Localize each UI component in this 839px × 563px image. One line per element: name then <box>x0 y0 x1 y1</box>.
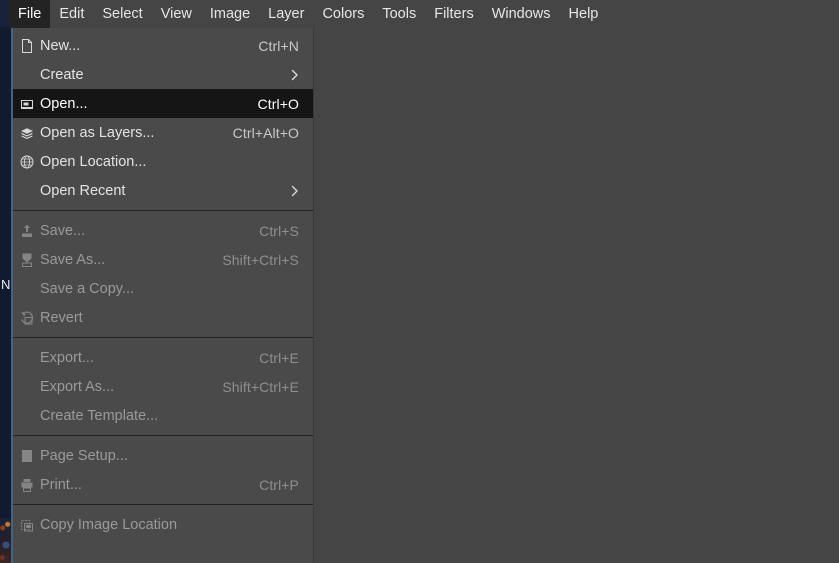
menu-item-label: Open... <box>40 95 88 112</box>
menu-separator <box>13 337 313 338</box>
background-app-text: N <box>1 277 10 292</box>
menubar-item-file[interactable]: File <box>9 0 51 28</box>
menu-item-open-as-layers[interactable]: Open as Layers... Ctrl+Alt+O <box>13 118 313 147</box>
menubar-item-tools[interactable]: Tools <box>373 0 425 28</box>
menu-item-label: Copy Image Location <box>40 516 178 533</box>
menubar-item-view[interactable]: View <box>152 0 201 28</box>
menu-item-label: Revert <box>40 309 83 326</box>
menu-item-icon-placeholder <box>13 343 40 372</box>
background-app-thumbnail <box>0 518 11 563</box>
menu-item-accelerator: Ctrl+E <box>259 349 299 366</box>
menu-item-label: Create Template... <box>40 407 159 424</box>
menu-item-icon-placeholder <box>13 60 40 89</box>
revert-icon <box>13 303 40 332</box>
menu-item-accelerator: Shift+Ctrl+S <box>222 251 299 268</box>
chevron-right-icon <box>290 68 313 82</box>
menu-item-new[interactable]: New... Ctrl+N <box>13 31 313 60</box>
menubar-item-help[interactable]: Help <box>560 0 608 28</box>
menu-item-accelerator: Ctrl+N <box>258 37 299 54</box>
menu-item-create[interactable]: Create <box>13 60 313 89</box>
menubar-item-colors[interactable]: Colors <box>313 0 373 28</box>
menu-item-accelerator: Shift+Ctrl+E <box>222 378 299 395</box>
layers-icon <box>13 118 40 147</box>
globe-icon <box>13 147 40 176</box>
menubar-item-layer[interactable]: Layer <box>259 0 313 28</box>
menu-item-label: Save As... <box>40 251 106 268</box>
menu-item-print: Print... Ctrl+P <box>13 470 313 499</box>
menu-item-label: Export... <box>40 349 94 366</box>
menu-item-label: Open Recent <box>40 182 126 199</box>
menu-item-export: Export... Ctrl+E <box>13 343 313 372</box>
menu-item-label: Open Location... <box>40 153 147 170</box>
open-folder-icon <box>13 89 40 118</box>
menu-item-label: Create <box>40 66 84 83</box>
menu-item-label: Print... <box>40 476 82 493</box>
print-icon <box>13 470 40 499</box>
menu-item-save-a-copy: Save a Copy... <box>13 274 313 303</box>
menu-item-accelerator: Ctrl+Alt+O <box>232 124 299 141</box>
menu-item-label: Export As... <box>40 378 115 395</box>
menu-item-accelerator: Ctrl+S <box>259 222 299 239</box>
menubar-item-select[interactable]: Select <box>93 0 151 28</box>
menu-item-label: Page Setup... <box>40 447 128 464</box>
menu-item-icon-placeholder <box>13 372 40 401</box>
menu-item-save: Save... Ctrl+S <box>13 216 313 245</box>
menu-separator <box>13 435 313 436</box>
menu-bar: File Edit Select View Image Layer Colors Tools F… <box>9 0 839 28</box>
file-dropdown-menu: New... Ctrl+N Create Open... Ctrl+O Open as L… <box>13 28 314 563</box>
menu-item-label: Open as Layers... <box>40 124 155 141</box>
menu-item-export-as: Export As... Shift+Ctrl+E <box>13 372 313 401</box>
menubar-item-filters[interactable]: Filters <box>425 0 482 28</box>
menu-item-save-as: Save As... Shift+Ctrl+S <box>13 245 313 274</box>
menu-item-create-template: Create Template... <box>13 401 313 430</box>
menu-item-page-setup: Page Setup... <box>13 441 313 470</box>
copy-location-icon <box>13 510 40 539</box>
menubar-item-image[interactable]: Image <box>201 0 259 28</box>
menu-item-open[interactable]: Open... Ctrl+O <box>13 89 313 118</box>
menu-item-label: Save... <box>40 222 86 239</box>
background-application[interactable]: N <box>0 0 13 563</box>
menu-item-open-recent[interactable]: Open Recent <box>13 176 313 205</box>
save-as-icon <box>13 245 40 274</box>
menu-item-revert: Revert <box>13 303 313 332</box>
menu-item-accelerator: Ctrl+P <box>259 476 299 493</box>
chevron-right-icon <box>290 184 313 198</box>
menu-item-icon-placeholder <box>13 274 40 303</box>
menu-item-accelerator: Ctrl+O <box>257 95 299 112</box>
menubar-item-edit[interactable]: Edit <box>50 0 93 28</box>
menu-separator <box>13 504 313 505</box>
new-document-icon <box>13 31 40 60</box>
menu-item-copy-image-location: Copy Image Location <box>13 510 313 539</box>
page-setup-icon <box>13 441 40 470</box>
menu-item-label: Save a Copy... <box>40 280 135 297</box>
menu-item-open-location[interactable]: Open Location... <box>13 147 313 176</box>
menu-item-label: New... <box>40 37 81 54</box>
menu-item-icon-placeholder <box>13 176 40 205</box>
menubar-item-windows[interactable]: Windows <box>483 0 560 28</box>
menu-separator <box>13 210 313 211</box>
save-icon <box>13 216 40 245</box>
menu-item-icon-placeholder <box>13 401 40 430</box>
